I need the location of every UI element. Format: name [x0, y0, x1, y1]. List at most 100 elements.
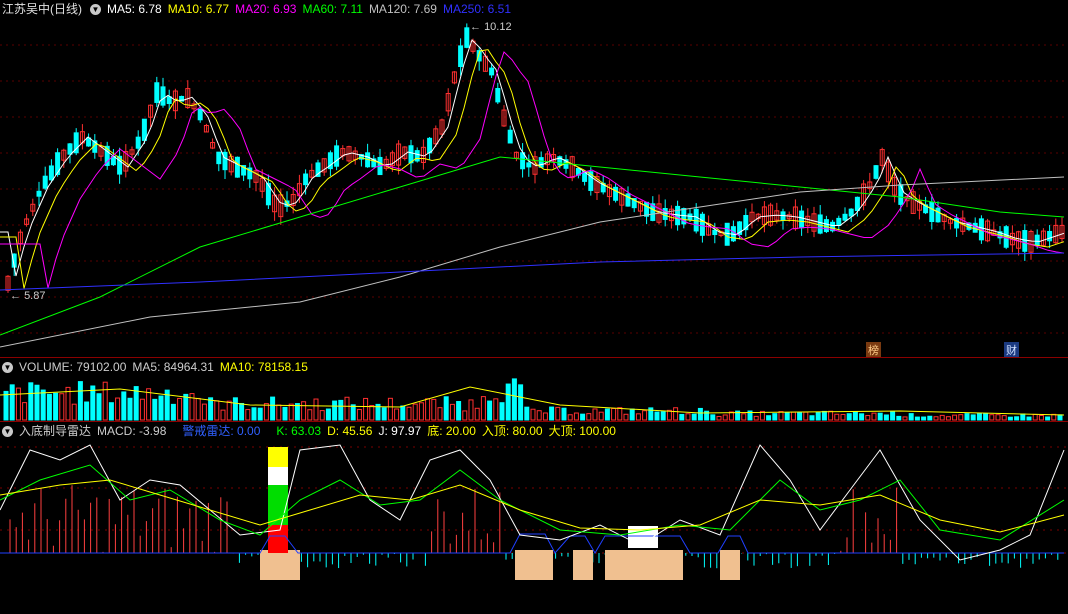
volume-bar — [282, 406, 288, 421]
bottom-signal-block — [515, 550, 553, 580]
volume-bar — [270, 396, 276, 421]
volume-bar — [542, 412, 548, 421]
indicator-panel[interactable]: ▼ 入底制导雷达 MACD: -3.98 警戒雷达: 0.00 K: 63.03… — [0, 422, 1068, 614]
volume-bar — [15, 387, 21, 421]
volume-bar — [387, 397, 393, 421]
volume-bar — [908, 413, 914, 421]
candle-body — [67, 143, 73, 155]
volume-bar — [96, 393, 102, 421]
radar-label: 警戒雷达: 0.00 — [182, 424, 261, 438]
k-label: K: 63.03 — [276, 424, 322, 438]
candle-body — [303, 173, 309, 186]
volume-bar — [468, 399, 474, 421]
volume-bar — [449, 403, 455, 421]
price-panel[interactable]: 江苏吴中(日线) ▼ MA5: 6.78 MA10: 6.77 MA20: 6.… — [0, 0, 1068, 358]
ma60-line — [0, 156, 1065, 336]
candle-body — [823, 219, 829, 233]
candle-body — [935, 207, 941, 223]
volume-bar — [927, 415, 933, 421]
volume-bar — [1014, 416, 1020, 421]
candle-body — [644, 201, 650, 217]
volume-bar — [1032, 413, 1038, 421]
indicator-title: 入底制导雷达 — [19, 424, 92, 438]
volume-bar — [741, 413, 747, 421]
bottom-signal-block — [573, 550, 593, 580]
volume-bar — [406, 406, 412, 421]
candle-body — [414, 150, 420, 162]
signal-red — [268, 525, 288, 553]
volume-bar — [220, 409, 226, 421]
volume-bar — [195, 397, 201, 421]
candle-body — [526, 162, 532, 168]
volume-bar — [480, 396, 486, 421]
volume-bar — [691, 413, 697, 421]
volume-bar — [462, 410, 468, 421]
volume-bar — [958, 414, 964, 421]
low-price-label: ← 5.87 — [10, 290, 46, 302]
candlestick-chart[interactable] — [0, 17, 1068, 357]
volume-bar — [815, 411, 821, 421]
volume-bar — [201, 403, 207, 421]
volume-bar — [890, 411, 896, 421]
volume-bar — [338, 399, 344, 421]
collapse-icon[interactable]: ▼ — [2, 425, 13, 437]
bottom-label: 底: 20.00 — [427, 424, 476, 438]
candle-body — [954, 217, 960, 229]
j-line — [0, 444, 1065, 561]
volume-bar — [871, 412, 877, 421]
volume-bar — [859, 413, 865, 421]
macd-label: MACD: -3.98 — [97, 424, 167, 438]
volume-bar — [567, 414, 573, 421]
d-label: D: 45.56 — [327, 424, 373, 438]
ma120-label: MA120: 7.69 — [368, 2, 437, 16]
candle-body — [197, 108, 203, 121]
volume-bar — [9, 384, 15, 421]
volume-panel[interactable]: ▼ VOLUME: 79102.00 MA5: 84964.31 MA10: 7… — [0, 358, 1068, 421]
finance-marker[interactable]: 财 — [1004, 342, 1019, 358]
volume-bar — [152, 398, 158, 421]
volume-bar — [883, 414, 889, 421]
volume-bar — [456, 401, 462, 421]
collapse-icon[interactable]: ▼ — [2, 361, 13, 373]
volume-bar — [325, 408, 331, 421]
volume-bar — [412, 403, 418, 421]
candle-body — [817, 214, 823, 234]
volume-bar — [437, 407, 443, 421]
volume-bar — [865, 415, 871, 421]
volume-bar — [846, 413, 852, 421]
volume-bar — [933, 416, 939, 421]
volume-ma5-label: MA5: 84964.31 — [132, 360, 214, 374]
volume-bar — [127, 397, 133, 421]
volume-bar — [369, 404, 375, 421]
candle-body — [929, 201, 935, 223]
volume-bar — [146, 388, 152, 421]
volume-bar — [549, 406, 555, 421]
candle-body — [848, 208, 854, 217]
volume-bar — [177, 397, 183, 421]
collapse-icon[interactable]: ▼ — [90, 3, 101, 15]
indicator-chart[interactable] — [0, 440, 1068, 614]
candle-body — [48, 165, 54, 181]
volume-bar — [983, 413, 989, 421]
high-price-value: 10.12 — [484, 21, 512, 33]
volume-bar — [158, 395, 164, 421]
ranking-marker[interactable]: 榜 — [866, 342, 881, 358]
volume-bar — [344, 396, 350, 421]
enter-top-label: 入顶: 80.00 — [481, 424, 543, 438]
volume-bar — [288, 403, 294, 421]
volume-bar — [592, 408, 598, 421]
candle-body — [712, 229, 718, 236]
volume-bar — [629, 408, 635, 421]
volume-bar — [995, 414, 1001, 421]
candle-body — [538, 157, 544, 168]
candle-body — [86, 137, 92, 147]
volume-bar — [350, 404, 356, 421]
ma250-label: MA250: 6.51 — [442, 2, 512, 16]
volume-chart[interactable] — [0, 375, 1068, 421]
volume-bar — [784, 412, 790, 421]
volume-bar — [697, 407, 703, 421]
volume-bar — [443, 396, 449, 421]
candle-body — [42, 175, 48, 189]
volume-bar — [257, 407, 263, 421]
j-label: J: 97.97 — [378, 424, 422, 438]
